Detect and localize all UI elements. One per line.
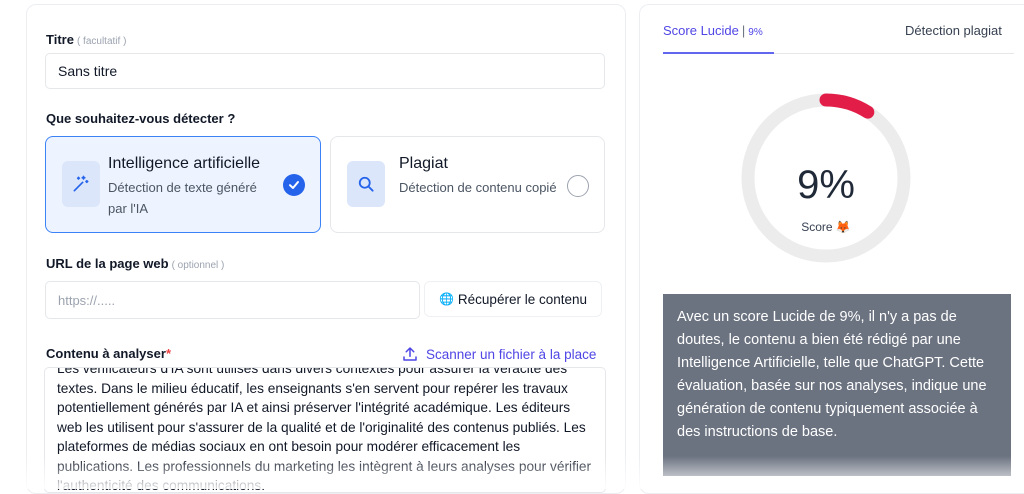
globe-icon: 🌐: [438, 292, 454, 306]
score-value: 9%: [797, 163, 855, 207]
result-message: Avec un score Lucide de 9%, il n'y a pas…: [677, 309, 987, 440]
url-input[interactable]: https://.....: [45, 281, 420, 319]
tab-divider: [774, 53, 1014, 54]
url-label: URL de la page web( optionnel ): [46, 256, 225, 271]
title-input[interactable]: Sans titre: [45, 53, 605, 89]
scan-file-link[interactable]: Scanner un fichier à la place: [401, 345, 596, 363]
score-label: Score 🦊: [801, 220, 851, 234]
active-tab-indicator: [663, 52, 774, 54]
magic-wand-icon: [62, 161, 100, 207]
content-textarea[interactable]: Les vérificateurs d'IA sont utilisés dan…: [44, 367, 606, 493]
checkmark-icon[interactable]: [283, 174, 305, 196]
tab-plagiarism-detection[interactable]: Détection plagiat: [905, 23, 1002, 38]
option-plagiarism-title: Plagiat: [399, 155, 448, 172]
option-plagiarism-detection[interactable]: Plagiat Détection de contenu copié: [330, 136, 605, 233]
option-plagiarism-description: Détection de contenu copié: [399, 180, 557, 195]
upload-icon: [403, 347, 417, 361]
option-ai-detection[interactable]: Intelligence artificielle Détection de t…: [45, 136, 321, 233]
search-icon: [347, 161, 385, 207]
option-ai-title: Intelligence artificielle: [108, 155, 261, 172]
detect-label: Que souhaitez-vous détecter ?: [46, 111, 236, 126]
result-message-box: Avec un score Lucide de 9%, il n'y a pas…: [663, 294, 1011, 476]
content-label: Contenu à analyser*: [46, 346, 171, 361]
radio-unchecked-icon[interactable]: [567, 175, 589, 197]
option-ai-description: Détection de texte généré par l'IA: [108, 180, 257, 216]
title-label: Titre( facultatif ): [46, 32, 127, 47]
tab-score-lucide[interactable]: Score Lucide | 9%: [663, 23, 763, 38]
content-text: Les vérificateurs d'IA sont utilisés dan…: [57, 367, 592, 493]
fetch-content-button[interactable]: 🌐 Récupérer le contenu: [424, 281, 602, 317]
